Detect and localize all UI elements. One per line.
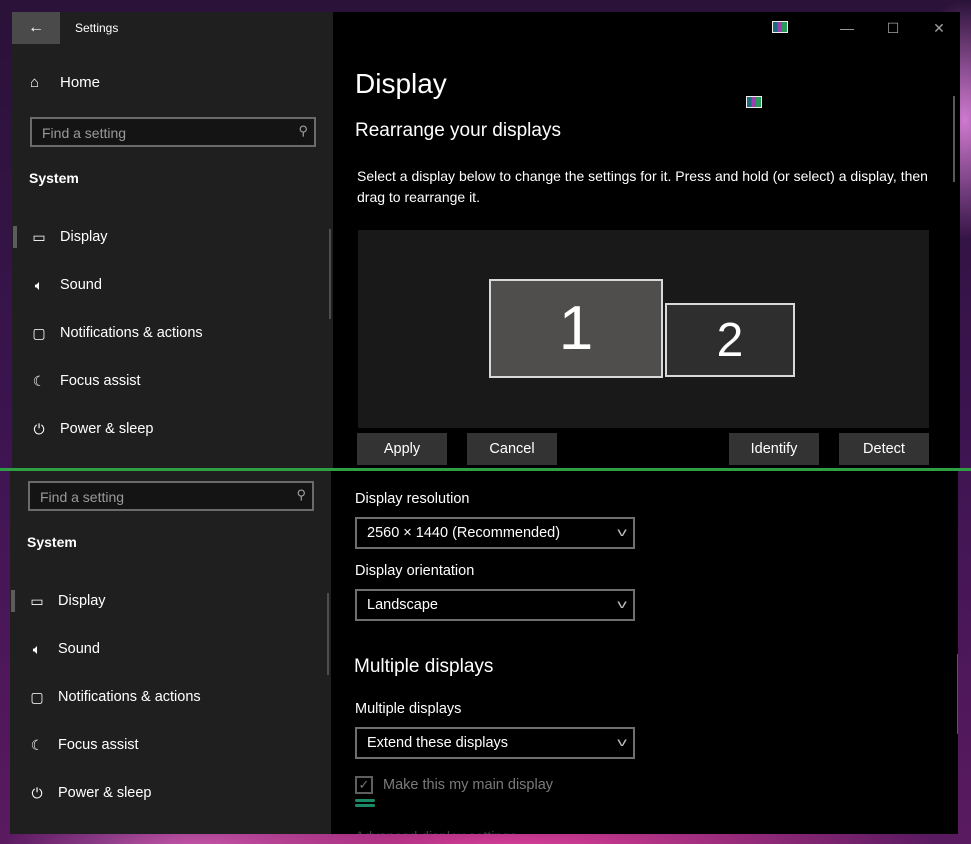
home-icon: ⌂ (30, 74, 40, 91)
main-display-label: Make this my main display (383, 777, 554, 793)
sidebar-item-power-sleep[interactable]: ⏻ Power & sleep (10, 769, 331, 817)
power-icon: ⏻ (33, 420, 45, 437)
minimize-icon: — (840, 20, 854, 36)
nav-label: Sound (58, 641, 100, 657)
sidebar-item-display[interactable]: ▭ Display (10, 577, 331, 625)
monitor-number: 2 (716, 313, 744, 367)
sidebar-item-focus-assist[interactable]: ☾ Focus assist (10, 721, 331, 769)
resolution-label: Display resolution (355, 491, 470, 507)
main-scrollbar[interactable] (953, 96, 955, 182)
home-label: Home (60, 74, 101, 91)
sidebar-scrollbar[interactable] (329, 229, 331, 319)
monitor-1[interactable]: 1 (489, 279, 663, 378)
minimize-button[interactable]: — (824, 12, 870, 44)
multiple-displays-label: Multiple displays (355, 701, 462, 717)
nav-label: Focus assist (58, 737, 139, 753)
monitor-icon: ▭ (30, 592, 44, 609)
arrow-left-icon: ← (28, 19, 44, 36)
sidebar-item-display[interactable]: ▭ Display (12, 213, 333, 261)
keyboard-indicator-icon (746, 96, 762, 108)
main-content: — ☐ ✕ Display Rearrange your displays Se… (333, 12, 960, 469)
sidebar: ← Settings ⌂ Home ⚲ System ▭ Display 🔈︎ … (12, 12, 333, 469)
apply-button[interactable]: Apply (357, 433, 447, 465)
resolution-value: 2560 × 1440 (Recommended) (367, 525, 561, 541)
search-icon[interactable]: ⚲ (298, 123, 308, 139)
chevron-down-icon: v (617, 735, 627, 749)
checkmark-icon: ✓ (358, 777, 370, 792)
moon-icon: ☾ (30, 736, 44, 753)
search-input[interactable] (40, 124, 284, 142)
rearrange-description: Select a display below to change the set… (357, 168, 928, 205)
nav-label: Display (60, 229, 108, 245)
section-title: System (27, 534, 77, 550)
nav-label: Focus assist (60, 373, 141, 389)
detect-button[interactable]: Detect (839, 433, 929, 465)
nav-label: Sound (60, 277, 102, 293)
page-title: Display (355, 68, 447, 99)
display-arrangement-area: 1 2 (358, 230, 929, 428)
settings-window-top: ← Settings ⌂ Home ⚲ System ▭ Display 🔈︎ … (12, 12, 960, 469)
sidebar-item-notifications[interactable]: ▢ Notifications & actions (12, 309, 333, 357)
sidebar-item-power-sleep[interactable]: ⏻ Power & sleep (12, 405, 333, 453)
stitch-divider (0, 468, 971, 471)
orientation-label: Display orientation (355, 563, 475, 579)
chevron-down-icon: v (617, 597, 627, 611)
home-link[interactable]: ⌂ Home (30, 74, 100, 91)
maximize-icon: ☐ (886, 19, 900, 36)
nav-label: Display (58, 593, 106, 609)
orientation-value: Landscape (367, 597, 438, 613)
main-scrollbar[interactable] (957, 654, 958, 734)
maximize-button[interactable]: ☐ (870, 12, 916, 44)
nav-label: Power & sleep (60, 421, 154, 437)
speaker-icon: 🔈︎ (32, 640, 42, 657)
monitor-icon: ▭ (32, 228, 46, 245)
multiple-displays-heading: Multiple displays (354, 656, 494, 677)
annotation-mark (355, 799, 375, 807)
main-display-option[interactable]: ✓ Make this my main display (355, 776, 553, 794)
section-title: System (29, 170, 79, 186)
search-box[interactable]: ⚲ (28, 481, 314, 511)
keyboard-indicator-icon (772, 21, 788, 33)
settings-window-bottom: ⚲ System ▭ Display 🔈︎ Sound ▢ Notificati… (10, 469, 958, 834)
monitor-2[interactable]: 2 (665, 303, 795, 377)
close-button[interactable]: ✕ (916, 12, 960, 44)
nav-list: ▭ Display 🔈︎ Sound ▢ Notifications & act… (10, 577, 331, 817)
sidebar-scrollbar[interactable] (327, 593, 329, 675)
nav-list: ▭ Display 🔈︎ Sound ▢ Notifications & act… (12, 213, 333, 453)
power-icon: ⏻ (31, 784, 43, 801)
monitor-number: 1 (558, 294, 594, 363)
search-icon[interactable]: ⚲ (296, 487, 306, 503)
main-content: Display resolution 2560 × 1440 (Recommen… (331, 469, 958, 834)
message-icon: ▢ (30, 688, 44, 705)
speaker-icon: 🔈︎ (34, 276, 44, 293)
sidebar: ⚲ System ▭ Display 🔈︎ Sound ▢ Notificati… (10, 469, 331, 834)
main-display-checkbox[interactable]: ✓ (355, 776, 373, 794)
rearrange-heading: Rearrange your displays (355, 120, 561, 141)
sidebar-item-notifications[interactable]: ▢ Notifications & actions (10, 673, 331, 721)
cancel-button[interactable]: Cancel (467, 433, 557, 465)
identify-button[interactable]: Identify (729, 433, 819, 465)
sidebar-item-sound[interactable]: 🔈︎ Sound (10, 625, 331, 673)
search-input[interactable] (38, 488, 282, 506)
advanced-display-link[interactable]: Advanced display settings (355, 828, 517, 834)
back-button[interactable]: ← (12, 12, 60, 44)
nav-label: Notifications & actions (60, 325, 203, 341)
nav-label: Power & sleep (58, 785, 152, 801)
orientation-dropdown[interactable]: Landscape v (355, 589, 635, 621)
resolution-dropdown[interactable]: 2560 × 1440 (Recommended) v (355, 517, 635, 549)
multiple-displays-value: Extend these displays (367, 735, 509, 751)
nav-label: Notifications & actions (58, 689, 201, 705)
chevron-down-icon: v (617, 525, 627, 539)
multiple-displays-dropdown[interactable]: Extend these displays v (355, 727, 635, 759)
app-title: Settings (75, 21, 119, 35)
search-box[interactable]: ⚲ (30, 117, 316, 147)
sidebar-item-sound[interactable]: 🔈︎ Sound (12, 261, 333, 309)
message-icon: ▢ (32, 324, 46, 341)
moon-icon: ☾ (32, 372, 46, 389)
sidebar-item-focus-assist[interactable]: ☾ Focus assist (12, 357, 333, 405)
close-icon: ✕ (933, 19, 945, 36)
